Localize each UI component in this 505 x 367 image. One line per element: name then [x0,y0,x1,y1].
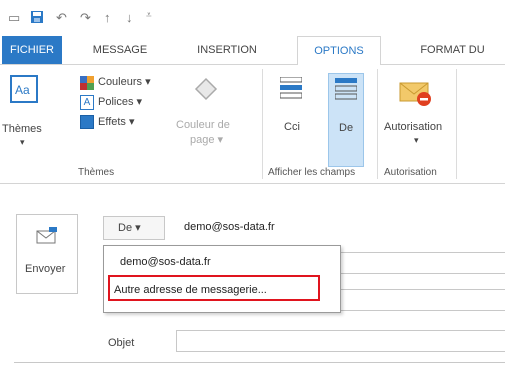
from-address-value: demo@sos-data.fr [184,221,275,233]
cci-icon [280,77,302,99]
group-label-themes: Thèmes [78,167,115,178]
effects-icon [80,115,94,129]
tab-insertion[interactable]: INSERTION [182,36,272,64]
from-button-label: De ▾ [118,222,141,234]
page-color-label-line2: page ▾ [190,134,224,146]
tab-format[interactable]: FORMAT DU [400,36,505,64]
send-button[interactable]: Envoyer [16,214,78,294]
group-label-autorisation: Autorisation [384,167,437,178]
group-label-afficher: Afficher les champs [268,167,356,178]
divider [14,362,505,363]
page-color-button[interactable]: Couleur de page ▾ [176,75,256,155]
de-label: De [339,122,354,134]
fonts-icon: A [80,95,94,110]
group-separator [377,69,378,179]
tab-message[interactable]: MESSAGE [80,36,160,64]
subject-label: Objet [108,337,135,349]
window-icon[interactable]: ▭ [8,10,20,26]
group-separator [456,69,457,179]
themes-icon: Aa [10,75,38,103]
up-arrow-icon[interactable]: ↑ [104,10,111,25]
themes-button[interactable]: Aa Thèmes ▾ [2,75,44,155]
down-arrow-icon[interactable]: ↓ [126,10,133,25]
group-separator [262,69,263,179]
themes-label: Thèmes [2,123,42,135]
chevron-down-icon: ▾ [414,135,419,145]
envelope-restrict-icon [399,82,431,106]
undo-icon[interactable]: ↶ [56,10,67,26]
colors-icon [80,76,94,90]
cci-label: Cci [284,121,300,133]
highlight-box [108,275,320,301]
autorisation-button[interactable]: Autorisation ▾ [384,77,454,157]
redo-icon[interactable]: ↷ [80,10,91,26]
tab-options[interactable]: OPTIONS [297,36,381,66]
quick-access-toolbar: ▭ ↶ ↷ ↑ ↓ ⩡ [0,0,505,36]
paint-bucket-icon [194,77,218,101]
save-icon[interactable] [30,10,44,27]
fonts-label: Polices ▾ [98,96,143,108]
effects-label: Effets ▾ [98,116,135,128]
send-icon [36,227,57,244]
ribbon-tabs: FICHIER MESSAGE INSERTION OPTIONS FORMAT… [0,36,505,66]
customize-qat-icon[interactable]: ⩡ [146,10,152,21]
tab-fichier[interactable]: FICHIER [2,36,62,64]
cci-button[interactable]: Cci [272,77,312,157]
svg-text:Aa: Aa [15,83,30,97]
colors-label: Couleurs ▾ [98,76,151,88]
ribbon: Aa Thèmes ▾ Couleurs ▾ A Polices ▾ Effet… [0,65,505,184]
send-label: Envoyer [25,263,66,275]
page-color-label-line1: Couleur de [176,119,230,131]
subject-input[interactable] [176,330,505,352]
de-field-button[interactable]: De [328,73,364,167]
de-icon [335,78,357,100]
from-button[interactable]: De ▾ [103,216,165,240]
autorisation-label: Autorisation [384,121,443,133]
chevron-down-icon: ▾ [20,137,25,147]
dropdown-item-demo-address[interactable]: demo@sos-data.fr [104,250,356,274]
